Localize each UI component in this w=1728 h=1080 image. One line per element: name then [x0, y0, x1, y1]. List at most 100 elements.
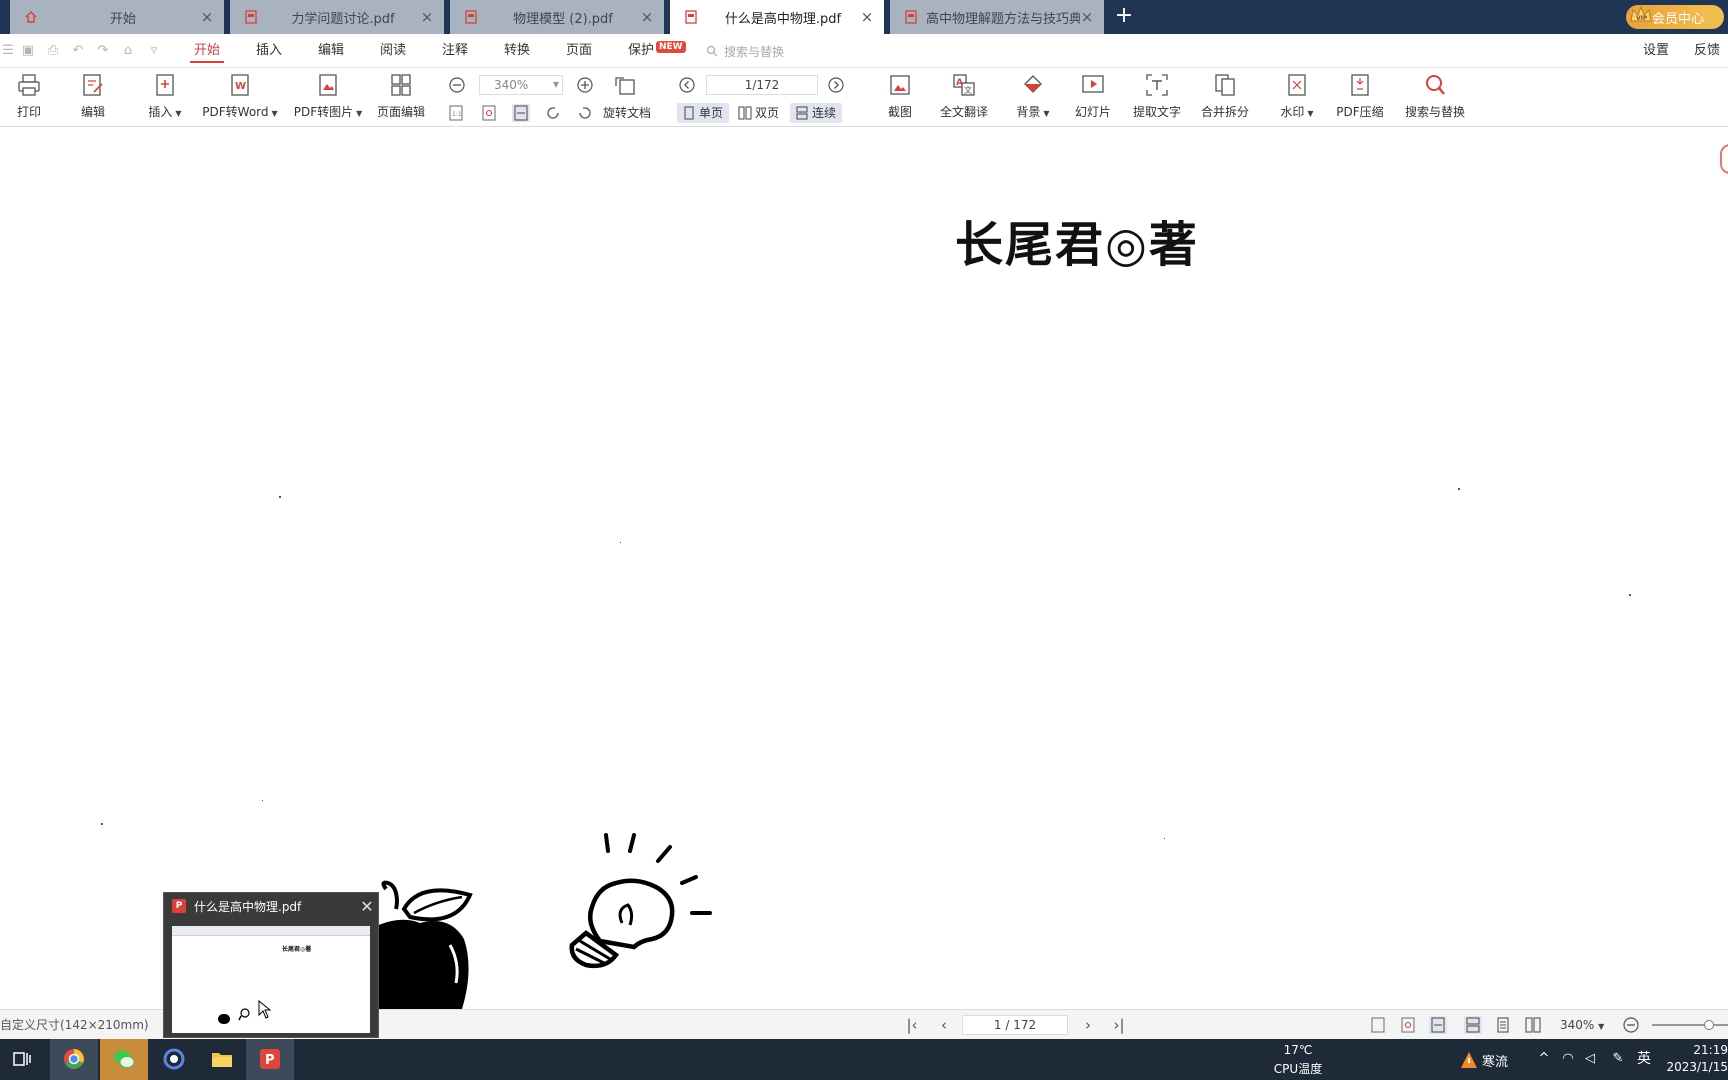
taskbar-wechat[interactable]	[100, 1039, 148, 1080]
tab-document[interactable]: 力学问题讨论.pdf ×	[230, 0, 444, 34]
actual-size-icon[interactable]	[1369, 1016, 1387, 1034]
rotate-left-icon[interactable]	[544, 104, 562, 122]
fit-width-icon[interactable]	[1429, 1016, 1447, 1034]
tab-document[interactable]: 高中物理解题方法与技巧典... ×	[890, 0, 1104, 34]
single-page-icon[interactable]	[1494, 1016, 1512, 1034]
side-panel-handle[interactable]	[1720, 144, 1728, 174]
first-page-icon[interactable]: |‹	[903, 1016, 921, 1034]
close-icon[interactable]: ×	[1080, 10, 1094, 25]
extract-text-button[interactable]: 提取文字	[1132, 72, 1182, 126]
clock-date[interactable]: 2023/1/15	[1648, 1060, 1728, 1074]
search-replace-button[interactable]: 搜索与替换	[1404, 72, 1466, 126]
actual-size-icon[interactable]: 1:1	[447, 104, 465, 122]
close-icon[interactable]: ×	[420, 10, 434, 25]
prev-page-icon[interactable]	[678, 76, 696, 94]
menu-protect[interactable]: 保护	[628, 34, 654, 68]
menu-annotate[interactable]: 注释	[442, 34, 468, 68]
cpu-temp-label[interactable]: CPU温度	[1260, 1060, 1336, 1077]
zoom-out-icon[interactable]	[448, 76, 466, 94]
new-tab-button[interactable]: +	[1112, 5, 1136, 29]
menu-edit[interactable]: 编辑	[318, 34, 344, 68]
toolbar: 打印 编辑 插入 ▼ W PDF转Word ▼ PDF转图片 ▼ 页面编辑 340% …	[0, 68, 1728, 127]
status-zoom-select[interactable]: 340% ▼	[1560, 1010, 1604, 1042]
taskbar-app[interactable]	[150, 1039, 198, 1080]
single-page-button[interactable]: 单页	[677, 103, 730, 123]
slideshow-button[interactable]: 幻灯片	[1075, 72, 1111, 126]
network-icon[interactable]: ◠	[1560, 1051, 1576, 1067]
weather-alert-icon[interactable]	[1460, 1051, 1478, 1069]
watermark-button[interactable]: 水印 ▼	[1274, 72, 1320, 126]
insert-button[interactable]: 插入 ▼	[140, 72, 190, 126]
rotate-document-button[interactable]: 旋转文档	[603, 103, 651, 123]
close-icon[interactable]: ×	[640, 10, 654, 25]
pen-icon[interactable]: ✎	[1610, 1051, 1626, 1067]
merge-split-button[interactable]: 合并拆分	[1200, 72, 1250, 126]
taskbar-pdf-reader[interactable]: P	[246, 1039, 294, 1080]
next-page-icon[interactable]	[827, 76, 845, 94]
close-icon[interactable]: ✕	[356, 897, 378, 916]
fit-page-icon[interactable]	[480, 104, 498, 122]
close-icon[interactable]: ×	[200, 10, 214, 25]
fit-width-icon[interactable]	[512, 104, 530, 122]
zoom-in-icon[interactable]	[576, 76, 594, 94]
settings-link[interactable]: 设置	[1643, 34, 1669, 68]
last-page-icon[interactable]: ›|	[1110, 1016, 1128, 1034]
status-page-input[interactable]: 1 / 172	[962, 1015, 1068, 1035]
zoom-out-icon[interactable]	[1622, 1016, 1640, 1034]
screenshot-button[interactable]: 截图	[884, 72, 916, 126]
page-edit-button[interactable]: 页面编辑	[374, 72, 428, 126]
search-input[interactable]: 搜索与替换	[706, 42, 784, 60]
thumbnail-toolbar	[172, 926, 370, 936]
menu-convert[interactable]: 转换	[504, 34, 530, 68]
speaker-icon[interactable]: ◁	[1582, 1051, 1598, 1067]
taskbar-file-explorer[interactable]	[198, 1039, 246, 1080]
feedback-link[interactable]: 反馈	[1694, 34, 1720, 68]
home-icon[interactable]: ⌂	[120, 43, 136, 59]
menu-insert[interactable]: 插入	[256, 34, 282, 68]
redo-icon[interactable]: ↷	[95, 43, 111, 59]
page-number-input[interactable]: 1/172	[706, 75, 818, 95]
zoom-slider[interactable]	[1652, 1020, 1728, 1030]
weather-alert-label[interactable]: 寒流	[1482, 1051, 1522, 1070]
double-page-button[interactable]: 双页	[733, 103, 785, 123]
tab-document[interactable]: 物理模型 (2).pdf ×	[450, 0, 664, 34]
save-icon[interactable]: ▣	[20, 43, 36, 59]
pdf-to-image-button[interactable]: PDF转图片 ▼	[292, 72, 364, 126]
print-button[interactable]: 打印	[12, 72, 46, 126]
background-button[interactable]: 背景 ▼	[1010, 72, 1056, 126]
vip-center-button[interactable]: VIP 会员中心	[1626, 5, 1724, 29]
rotate-right-icon[interactable]	[576, 104, 594, 122]
taskbar-browser[interactable]	[50, 1039, 98, 1080]
undo-icon[interactable]: ↶	[70, 43, 86, 59]
rotate-page-icon[interactable]	[612, 72, 638, 98]
preview-thumbnail[interactable]: 长尾君◎著	[172, 926, 370, 1033]
continuous-button[interactable]: 连续	[790, 103, 843, 123]
tab-home[interactable]: 开始 ×	[10, 0, 224, 34]
double-page-icon[interactable]	[1524, 1016, 1542, 1034]
continuous-page-icon[interactable]	[1464, 1016, 1482, 1034]
print-icon[interactable]: ⎙	[45, 43, 61, 59]
menu-page[interactable]: 页面	[566, 34, 592, 68]
prev-page-icon[interactable]: ‹	[935, 1016, 953, 1034]
edit-button[interactable]: 编辑	[76, 72, 110, 126]
customize-icon[interactable]: ▿	[146, 43, 162, 59]
taskbar-window-preview[interactable]: P 什么是高中物理.pdf ✕ 长尾君◎著	[163, 892, 379, 1038]
zoom-select[interactable]: 340% ▼	[479, 75, 563, 95]
compress-button[interactable]: PDF压缩	[1336, 72, 1384, 126]
zoom-slider-knob[interactable]	[1704, 1020, 1714, 1030]
pdf-to-word-button[interactable]: W PDF转Word ▼	[200, 72, 280, 126]
file-menu-icon[interactable]: ☰	[0, 43, 16, 59]
chevron-up-icon[interactable]: ^	[1536, 1051, 1552, 1067]
clock-time[interactable]: 21:19	[1662, 1043, 1728, 1057]
new-badge: NEW	[656, 41, 686, 53]
close-icon[interactable]: ×	[860, 10, 874, 25]
document-canvas[interactable]: 长尾君◎著	[0, 127, 1728, 1009]
next-page-icon[interactable]: ›	[1079, 1016, 1097, 1034]
task-view-button[interactable]	[0, 1039, 44, 1080]
tab-document-active[interactable]: 什么是高中物理.pdf ×	[670, 0, 884, 34]
translate-button[interactable]: A文 全文翻译	[938, 72, 990, 126]
menu-start[interactable]: 开始	[189, 34, 225, 68]
cpu-temp-value[interactable]: 17℃	[1260, 1043, 1336, 1057]
menu-read[interactable]: 阅读	[380, 34, 406, 68]
fit-page-icon[interactable]	[1399, 1016, 1417, 1034]
